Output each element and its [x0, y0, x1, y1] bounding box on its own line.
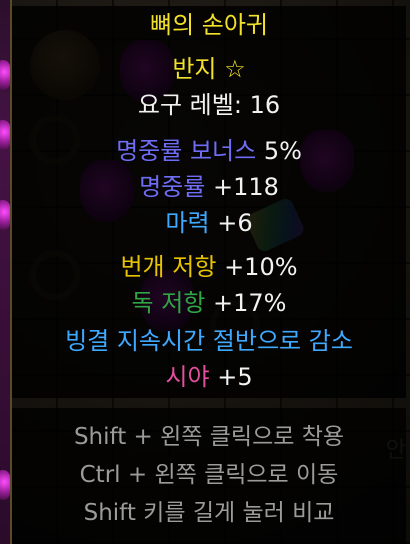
hint-equip: Shift + 왼쪽 클릭으로 착용 — [73, 424, 345, 450]
mod-line: 마력 +6 — [12, 208, 406, 238]
mod-line: 독 저항 +17% — [12, 288, 406, 318]
mod-line: 명중률 +118 — [12, 172, 406, 202]
orb-icon — [0, 200, 10, 230]
mod-value: +17% — [213, 289, 287, 317]
mod-line: 번개 저항 +10% — [12, 252, 406, 282]
mod-label: 시야 — [165, 363, 210, 391]
mod-value: +10% — [224, 253, 298, 281]
level-requirement: 요구 레벨: 16 — [12, 90, 406, 120]
mod-label: 마력 — [165, 209, 210, 237]
hint-compare: Shift 키를 길게 눌러 비교 — [83, 500, 335, 526]
control-hints: Shift + 왼쪽 클릭으로 착용 Ctrl + 왼쪽 클릭으로 이동 Shi… — [12, 408, 406, 544]
mod-label: 명중률 — [139, 173, 206, 201]
orb-icon — [0, 470, 10, 500]
item-name: 뼈의 손아귀 — [149, 11, 269, 39]
mod-label: 번개 저항 — [120, 253, 217, 281]
mod-value: 5% — [263, 137, 302, 165]
requirement-value: 16 — [249, 91, 281, 119]
mod-label: 명중률 보너스 — [116, 137, 257, 165]
mod-value: +6 — [217, 209, 253, 237]
mod-line: 명중률 보너스 5% — [12, 136, 406, 166]
left-panel-edge — [0, 0, 12, 544]
mod-label: 독 저항 — [131, 289, 206, 317]
requirement-label: 요구 레벨: — [137, 91, 242, 119]
hint-move: Ctrl + 왼쪽 클릭으로 이동 — [79, 462, 339, 488]
mod-line: 시야 +5 — [12, 362, 406, 392]
mod-value: +118 — [212, 173, 279, 201]
orb-icon — [0, 120, 10, 150]
item-tooltip: 뼈의 손아귀 반지 ☆ 요구 레벨: 16 명중률 보너스 5% 명중률 +11… — [12, 6, 406, 398]
item-type: 반지 ☆ — [172, 55, 246, 83]
orb-icon — [0, 60, 10, 90]
mod-line: 빙결 지속시간 절반으로 감소 — [65, 327, 353, 355]
mod-value: +5 — [217, 363, 253, 391]
